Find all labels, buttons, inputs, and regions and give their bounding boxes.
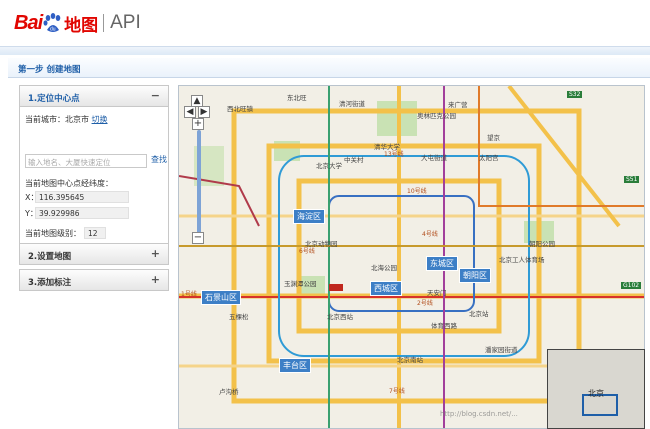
map-label: 卢沟桥 bbox=[219, 388, 239, 396]
map-label: 体育西路 bbox=[431, 322, 457, 330]
section-map-settings-label: 2.设置地图 bbox=[28, 252, 72, 262]
zoom-in-button[interactable]: + bbox=[192, 118, 204, 130]
highway-sign: S32 bbox=[567, 91, 583, 98]
section-locate-center[interactable]: 1.定位中心点 − bbox=[19, 85, 169, 107]
logo-text-bai: Bai bbox=[14, 11, 43, 34]
current-city-label: 当前城市：北京市 bbox=[25, 115, 89, 124]
svg-text:du: du bbox=[50, 27, 56, 33]
center-label: 当前地图中心点经纬度： bbox=[25, 179, 113, 188]
step-title: 第一步 创建地图 bbox=[18, 65, 81, 75]
highway-sign: G102 bbox=[621, 282, 642, 289]
district-label[interactable]: 石景山区 bbox=[201, 290, 241, 305]
zoom-value: 12 bbox=[84, 227, 106, 239]
expand-icon[interactable]: + bbox=[151, 247, 160, 260]
map-label: 西北旺镇 bbox=[227, 105, 253, 113]
highway-sign: S51 bbox=[624, 176, 640, 183]
logo-text-api: API bbox=[110, 12, 141, 33]
map-label: 北京大学 bbox=[316, 162, 342, 170]
map-label: 大屯街道 bbox=[421, 154, 447, 162]
map-label: 中关村 bbox=[344, 156, 364, 164]
pan-left-button[interactable]: ◀ bbox=[184, 106, 196, 118]
map-label: 北海公园 bbox=[371, 264, 397, 272]
map-label: 太阳宫 bbox=[479, 154, 499, 162]
map-label: 东北旺 bbox=[287, 94, 307, 102]
section-add-marker[interactable]: 3.添加标注 + bbox=[19, 269, 169, 291]
section-locate-center-label: 1.定位中心点 bbox=[28, 94, 80, 104]
overview-map[interactable]: 北京 bbox=[547, 349, 645, 429]
current-city-row: 当前城市：北京市 切换 bbox=[25, 114, 108, 125]
map-label: 五棵松 bbox=[229, 313, 249, 321]
subway-label: 2号线 bbox=[417, 300, 433, 307]
map-label: 北京工人体育场 bbox=[499, 256, 545, 264]
zoom-label: 当前地图级别： bbox=[25, 229, 81, 238]
y-value: 39.929986 bbox=[35, 207, 129, 219]
district-label[interactable]: 朝阳区 bbox=[459, 268, 491, 283]
map-label: 天安门 bbox=[427, 289, 447, 297]
subway-label: 6号线 bbox=[299, 248, 315, 255]
section-map-settings[interactable]: 2.设置地图 + bbox=[19, 243, 169, 265]
switch-city-link[interactable]: 切换 bbox=[92, 115, 108, 124]
subway-label: 1号线 bbox=[181, 291, 197, 298]
x-value: 116.395645 bbox=[35, 191, 129, 203]
control-panel: 1.定位中心点 − 当前城市：北京市 切换 输入地名、大厦快速定位 查找 当前地… bbox=[19, 85, 169, 291]
header-divider bbox=[0, 46, 650, 55]
map-label: 玉渊潭公园 bbox=[284, 280, 317, 288]
district-label[interactable]: 西城区 bbox=[370, 281, 402, 296]
map-label: 北京南站 bbox=[397, 356, 423, 364]
logo-divider bbox=[103, 14, 105, 32]
baidu-logo[interactable]: Bai du 地图 API bbox=[14, 10, 141, 36]
subway-label: 7号线 bbox=[389, 388, 405, 395]
district-label[interactable]: 海淀区 bbox=[293, 209, 325, 224]
map-label: 清河街道 bbox=[339, 100, 365, 108]
subway-label: 13号线 bbox=[384, 151, 404, 158]
collapse-icon[interactable]: − bbox=[151, 89, 160, 102]
overview-label: 北京 bbox=[588, 389, 604, 398]
subway-label: 10号线 bbox=[407, 188, 427, 195]
header: Bai du 地图 API bbox=[0, 0, 650, 46]
district-label[interactable]: 丰台区 bbox=[279, 358, 311, 373]
map-label: 望京 bbox=[487, 134, 500, 142]
map-label: 北京西站 bbox=[327, 313, 353, 321]
map-label: 朝阳公园 bbox=[529, 240, 555, 248]
locate-center-body: 当前城市：北京市 切换 输入地名、大厦快速定位 查找 当前地图中心点经纬度： X… bbox=[19, 107, 169, 225]
section-add-marker-label: 3.添加标注 bbox=[28, 278, 72, 288]
district-label[interactable]: 东城区 bbox=[426, 256, 458, 271]
watermark: http://blog.csdn.net/... bbox=[440, 410, 518, 418]
map-label: 潘家园街道 bbox=[485, 346, 518, 354]
step-bar: 第一步 创建地图 bbox=[8, 58, 650, 78]
zoom-row: 当前地图级别： 12 bbox=[19, 225, 169, 243]
logo-text-ditu: 地图 bbox=[64, 15, 99, 36]
zoom-out-button[interactable]: − bbox=[192, 232, 204, 244]
pan-right-button[interactable]: ▶ bbox=[198, 106, 210, 118]
map-label: 来广营 bbox=[448, 101, 468, 109]
expand-icon[interactable]: + bbox=[151, 273, 160, 286]
subway-label: 4号线 bbox=[422, 231, 438, 238]
map-label: 北京站 bbox=[469, 310, 489, 318]
zoom-slider[interactable] bbox=[197, 130, 201, 235]
paw-icon: du bbox=[43, 13, 61, 33]
map-label: 奥林匹克公园 bbox=[417, 112, 456, 120]
search-input[interactable]: 输入地名、大厦快速定位 bbox=[25, 154, 147, 168]
